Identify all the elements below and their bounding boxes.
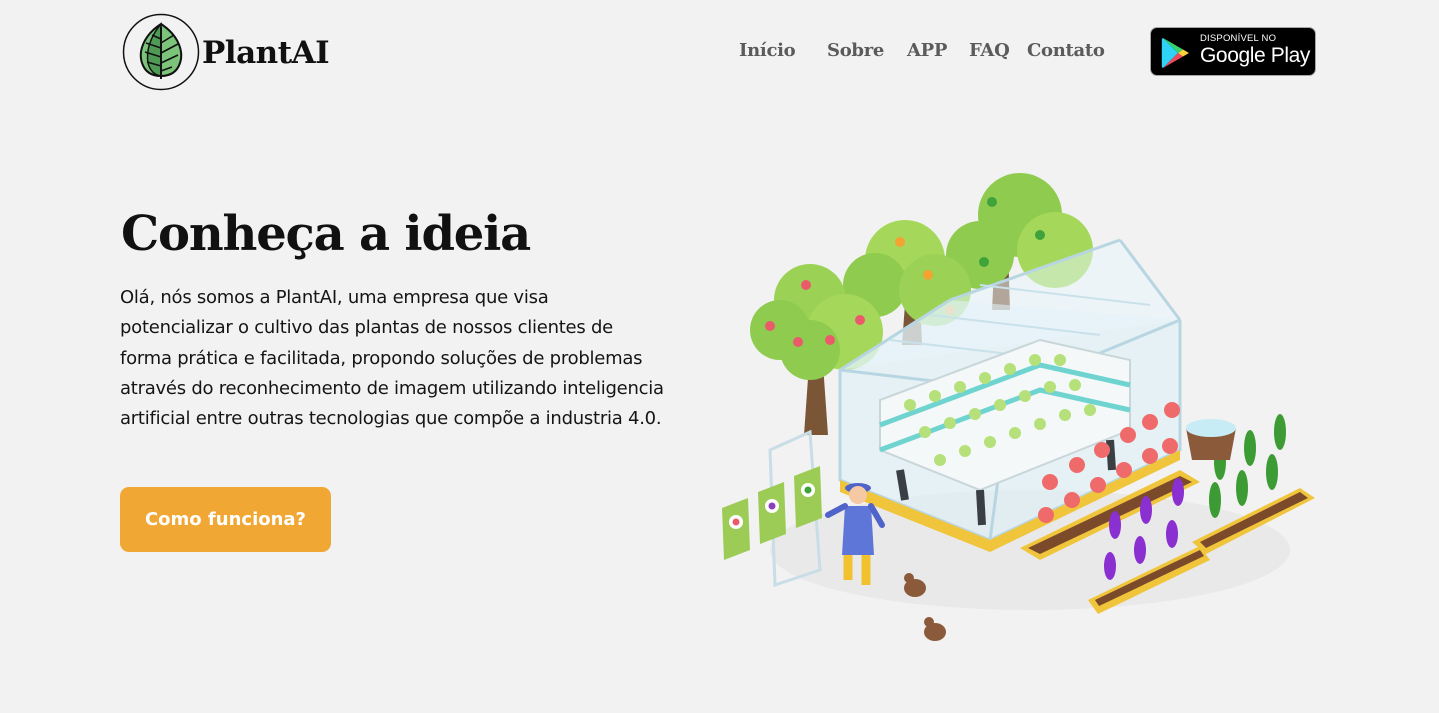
nav-link-inicio[interactable]: Início <box>739 40 796 61</box>
nav-link-sobre[interactable]: Sobre <box>827 40 884 61</box>
badge-store-name: Google Play <box>1200 44 1311 67</box>
leaf-logo-icon <box>122 13 200 91</box>
brand-name: PlantAI <box>202 35 330 71</box>
nav-link-faq[interactable]: FAQ <box>969 40 1010 61</box>
hero-description: Olá, nós somos a PlantAI, uma empresa qu… <box>120 287 664 430</box>
nav-link-contato[interactable]: Contato <box>1027 40 1105 61</box>
smart-farm-illustration <box>722 173 1315 641</box>
site-header: PlantAI Início Sobre APP FAQ Contato DIS… <box>0 0 1439 110</box>
hero-title: Conheça a ideia <box>121 206 531 262</box>
water-bucket <box>1186 419 1236 460</box>
nav-link-app[interactable]: APP <box>907 40 947 61</box>
google-play-badge[interactable]: DISPONÍVEL NO Google Play <box>1150 27 1316 76</box>
badge-small-text: DISPONÍVEL NO <box>1200 33 1277 44</box>
google-play-icon <box>1161 38 1189 68</box>
brand-logo[interactable]: PlantAI <box>122 13 330 91</box>
how-it-works-button[interactable]: Como funciona? <box>120 487 331 552</box>
